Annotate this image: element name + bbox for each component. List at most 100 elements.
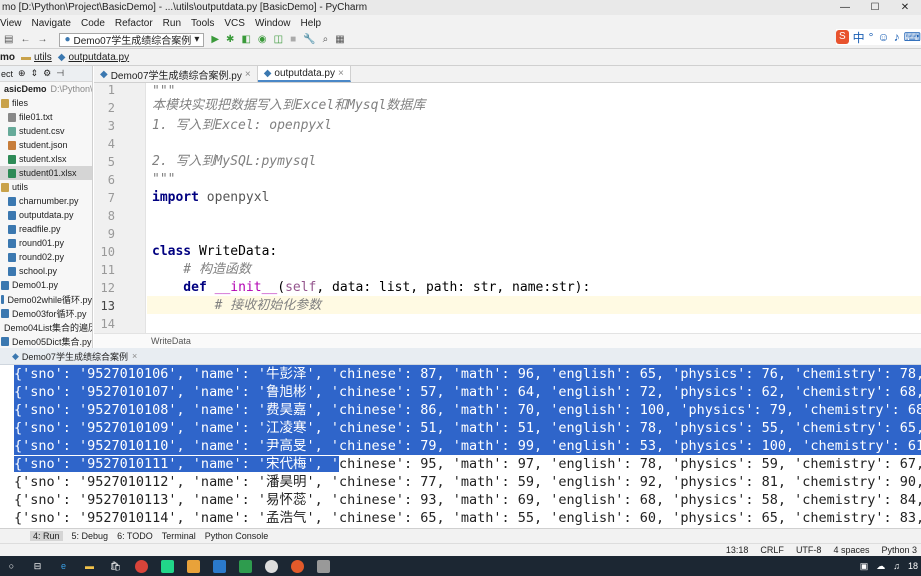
search-icon[interactable]: ⌕ xyxy=(323,34,329,45)
menu-help[interactable]: Help xyxy=(296,18,327,29)
code-line-6: """ xyxy=(152,172,176,187)
close-icon[interactable]: × xyxy=(132,351,137,361)
line-number: 8 xyxy=(107,209,115,223)
tray-icon[interactable]: ▣ xyxy=(860,561,869,572)
tree-item[interactable]: round02.py xyxy=(0,250,92,264)
pycharm-icon[interactable] xyxy=(161,559,174,573)
tab-demo07[interactable]: ◆ Demo07学生成绩综合案例.py × xyxy=(94,66,258,82)
tree-item[interactable]: student.csv xyxy=(0,124,92,138)
code-editor[interactable]: """ 本模块实现把数据写入到Excel和Mysql数据库 1. 写入到Exce… xyxy=(147,83,921,333)
mic-icon: ♪ xyxy=(893,30,900,44)
tree-item[interactable]: utils xyxy=(0,180,92,194)
open-icon[interactable]: ▤ xyxy=(4,34,13,45)
menu-view[interactable]: View xyxy=(0,18,27,29)
volume-icon[interactable]: ♫ xyxy=(893,561,900,571)
tree-item[interactable]: student.xlsx xyxy=(0,152,92,166)
interpreter[interactable]: Python 3 xyxy=(881,545,917,555)
tree-item[interactable]: readfile.py xyxy=(0,222,92,236)
edge-icon[interactable]: e xyxy=(57,560,70,573)
vscode-icon[interactable] xyxy=(213,559,226,573)
gear-icon[interactable]: ⚙ xyxy=(43,68,51,79)
selected-text: {'sno': '9527010107', 'name': '鲁旭彬', 'ch… xyxy=(14,384,921,400)
menu-navigate[interactable]: Navigate xyxy=(27,18,76,29)
tree-item[interactable]: Demo01.py xyxy=(0,278,92,292)
structure-icon[interactable]: ▦ xyxy=(335,34,344,45)
tool-python-console[interactable]: Python Console xyxy=(205,531,269,541)
project-panel-title[interactable]: ect xyxy=(1,69,13,79)
tree-item[interactable]: files xyxy=(0,96,92,110)
tree-item[interactable]: student.json xyxy=(0,138,92,152)
ime-toolbar[interactable]: S 中 ° ☺ ♪ ⌨ xyxy=(836,29,921,45)
line-number: 14 xyxy=(100,317,115,331)
tab-outputdata[interactable]: ◆ outputdata.py × xyxy=(257,66,351,82)
console-text: {'sno': '9527010114', 'name': '孟浩气', 'ch… xyxy=(14,510,921,526)
tree-item[interactable]: Demo05Dict集合.py xyxy=(0,334,92,348)
breadcrumb[interactable]: WriteData xyxy=(94,333,921,348)
file-icon xyxy=(8,210,16,220)
task-view-icon[interactable]: ⊟ xyxy=(31,560,44,573)
app-icon[interactable] xyxy=(187,559,200,573)
run-tab[interactable]: Demo07学生成绩综合案例 xyxy=(22,350,128,363)
menu-run[interactable]: Run xyxy=(158,18,186,29)
target-icon[interactable]: ⊕ xyxy=(18,68,26,79)
app2-icon[interactable] xyxy=(239,559,252,573)
menu-window[interactable]: Window xyxy=(250,18,296,29)
search-icon[interactable]: ○ xyxy=(5,560,18,573)
tree-item[interactable]: charnumber.py xyxy=(0,194,92,208)
chrome-icon[interactable] xyxy=(135,559,148,573)
tree-item[interactable]: student01.xlsx xyxy=(0,166,92,180)
network-icon[interactable]: ☁ xyxy=(876,561,885,572)
app3-icon[interactable] xyxy=(265,559,278,573)
tree-item[interactable]: round01.py xyxy=(0,236,92,250)
tool-debug[interactable]: 5: Debug xyxy=(72,531,109,541)
indent-setting[interactable]: 4 spaces xyxy=(833,545,869,555)
nav-file[interactable]: outputdata.py xyxy=(69,52,130,63)
line-number: 11 xyxy=(100,263,115,277)
sogou-icon: S xyxy=(836,30,849,44)
forward-icon[interactable]: → xyxy=(37,34,47,45)
tree-item[interactable]: Demo04List集合的遍历.p xyxy=(0,320,92,334)
concurrency-icon[interactable]: ◫ xyxy=(274,34,283,45)
menu-refactor[interactable]: Refactor xyxy=(110,18,158,29)
settings-icon[interactable]: 🔧 xyxy=(303,34,315,45)
tree-item[interactable]: school.py xyxy=(0,264,92,278)
stop-icon[interactable]: ■ xyxy=(290,34,296,45)
tree-item[interactable]: Demo02while循环.py xyxy=(0,292,92,306)
profile-icon[interactable]: ◉ xyxy=(258,34,267,45)
store-icon[interactable]: 🛍 xyxy=(109,560,122,573)
nav-folder[interactable]: utils xyxy=(34,52,52,63)
line-separator[interactable]: CRLF xyxy=(760,545,784,555)
clock[interactable]: 18 xyxy=(908,561,918,571)
minimize-button[interactable]: — xyxy=(830,0,860,15)
taskbar: ○ ⊟ e ▬ 🛍 ▣ ☁ ♫ 18 xyxy=(0,556,921,576)
run-config-select[interactable]: ● Demo07学生成绩综合案例 ▾ xyxy=(59,32,205,47)
explorer-icon[interactable]: ▬ xyxy=(83,560,96,573)
close-icon[interactable]: × xyxy=(245,69,251,80)
collapse-icon[interactable]: ⇕ xyxy=(31,68,39,79)
debug-icon[interactable]: ✱ xyxy=(226,34,234,45)
tree-item[interactable]: file01.txt xyxy=(0,110,92,124)
app4-icon[interactable] xyxy=(291,559,304,573)
tool-todo[interactable]: 6: TODO xyxy=(117,531,153,541)
maximize-button[interactable]: ☐ xyxy=(860,0,890,15)
hide-icon[interactable]: ⊣ xyxy=(56,68,64,79)
close-icon[interactable]: × xyxy=(338,68,344,79)
close-window-button[interactable]: ✕ xyxy=(890,0,920,15)
file-encoding[interactable]: UTF-8 xyxy=(796,545,822,555)
menu-code[interactable]: Code xyxy=(76,18,110,29)
tree-item[interactable]: asicDemoD:\Python\Pro xyxy=(0,82,92,96)
coverage-icon[interactable]: ◧ xyxy=(241,34,250,45)
app5-icon[interactable] xyxy=(317,559,330,573)
line-number: 5 xyxy=(107,155,115,169)
tree-item[interactable]: Demo03for循环.py xyxy=(0,306,92,320)
menu-vcs[interactable]: VCS xyxy=(219,18,250,29)
tool-terminal[interactable]: Terminal xyxy=(162,531,196,541)
caret-position[interactable]: 13:18 xyxy=(726,545,749,555)
menu-tools[interactable]: Tools xyxy=(186,18,219,29)
run-icon[interactable]: ▶ xyxy=(211,34,219,45)
nav-project[interactable]: mo xyxy=(0,52,15,63)
tool-run[interactable]: 4: Run xyxy=(30,531,63,541)
run-console[interactable]: {'sno': '9527010106', 'name': '牛彭泽', 'ch… xyxy=(0,365,921,528)
back-icon[interactable]: ← xyxy=(20,34,30,45)
tree-item[interactable]: outputdata.py xyxy=(0,208,92,222)
